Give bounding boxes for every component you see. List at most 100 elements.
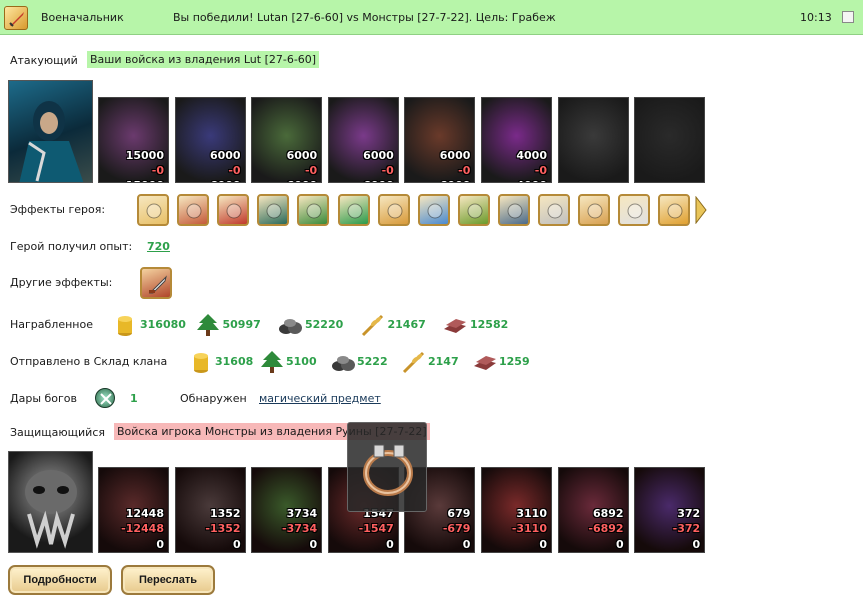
wood-icon (259, 350, 285, 374)
magic-item-link[interactable]: магический предмет (259, 392, 381, 405)
hand-shield-blue-icon[interactable] (417, 194, 450, 226)
unit-remaining: 0 (232, 538, 241, 551)
unit-loss: -0 (458, 164, 471, 177)
unit-loss: -1547 (358, 522, 394, 535)
unit-remaining: 0 (156, 538, 164, 551)
unit-loss: -372 (672, 522, 701, 535)
looted-label: Награбленное (10, 318, 93, 331)
unit-loss: -0 (534, 164, 547, 177)
hero-effects-label: Эффекты героя: (10, 203, 106, 216)
unit-count: 6000 (363, 149, 394, 162)
experience-label: Герой получил опыт: (10, 240, 133, 253)
attacker-unit-card[interactable] (634, 97, 706, 183)
ring-icon[interactable] (578, 194, 611, 226)
checkbox-toggle[interactable] (842, 11, 854, 23)
unit-remaining: 0 (309, 538, 318, 551)
attacker-hero-portrait[interactable] (8, 80, 93, 183)
defender-unit-card[interactable]: 3110 -3110 0 (481, 467, 552, 553)
sword-icon[interactable] (337, 194, 370, 226)
unit-count: 372 (677, 507, 701, 520)
defender-unit-card[interactable]: 1352 -1352 0 (174, 467, 246, 553)
defender-unit-card[interactable]: 372 -372 0 (634, 467, 706, 553)
unit-remaining: 0 (692, 538, 701, 551)
unit-loss: -12448 (121, 522, 164, 535)
hand-shield-icon[interactable] (297, 194, 330, 226)
attacker-unit-card[interactable]: 6000 -0 6000 (174, 97, 246, 183)
battle-result-message: Вы победили! Lutan [27-6-60] vs Монстры … (173, 11, 556, 24)
iron-icon (442, 313, 468, 337)
unit-remaining: 6000 (287, 179, 318, 182)
iron-icon (472, 350, 498, 374)
details-button[interactable]: Подробности (8, 565, 112, 595)
experience-value[interactable]: 720 (147, 240, 170, 253)
unit-count: 15000 (125, 149, 164, 162)
bracelet-icon (363, 444, 413, 496)
armor-icon[interactable] (538, 194, 570, 226)
looted-amount: 21467 (387, 318, 426, 331)
gold-icon (112, 313, 138, 337)
unit-count: 6000 (439, 149, 471, 162)
gifts-label: Дары богов (10, 392, 78, 405)
unit-remaining: 6000 (363, 179, 394, 182)
gold-icon (188, 350, 214, 374)
sent-amount: 31608 (215, 355, 254, 368)
unit-count: 6000 (286, 149, 318, 162)
sent-amount: 1259 (499, 355, 530, 368)
item-tooltip-popup (347, 422, 427, 512)
looted-amount: 52220 (305, 318, 344, 331)
sent-to-clan-label: Отправлено в Склад клана (10, 355, 168, 368)
grain-icon (360, 313, 386, 337)
unit-count: 3734 (286, 507, 318, 520)
found-label: Обнаружен (180, 392, 247, 405)
sword-rune-icon[interactable] (140, 267, 172, 299)
unit-count: 4000 (516, 149, 547, 162)
sent-amount: 5100 (286, 355, 317, 368)
hand-coin-icon[interactable] (377, 194, 410, 226)
dice-icon[interactable] (217, 194, 250, 226)
defender-hero-portrait[interactable] (8, 451, 93, 553)
unit-remaining: 0 (615, 538, 624, 551)
unit-remaining: 4000 (516, 179, 547, 182)
crown-icon[interactable] (457, 194, 490, 226)
unit-loss: -0 (381, 164, 394, 177)
looted-amount: 12582 (470, 318, 509, 331)
unit-remaining: 0 (462, 538, 471, 551)
unit-loss: -6892 (588, 522, 624, 535)
attacker-unit-card[interactable]: 6000 -0 6000 (404, 97, 476, 183)
unit-loss: -0 (304, 164, 318, 177)
chest-icon[interactable] (177, 194, 210, 226)
net-icon[interactable] (497, 194, 530, 226)
forward-button[interactable]: Переслать (121, 565, 215, 595)
gifts-count: 1 (130, 392, 138, 405)
unit-remaining: 15000 (126, 179, 164, 182)
effects-scroll-right-icon[interactable] (695, 195, 707, 225)
other-effects-label: Другие эффекты: (10, 276, 113, 289)
attacker-unit-card[interactable]: 6000 -0 6000 (327, 97, 399, 183)
unit-count: 3110 (516, 507, 547, 520)
attacker-label: Атакующий (10, 54, 78, 67)
attacker-unit-card[interactable]: 4000 -0 4000 (481, 97, 552, 183)
looted-amount: 316080 (140, 318, 186, 331)
staff-icon[interactable] (658, 194, 691, 226)
defender-label: Защищающийся (10, 426, 105, 439)
attacker-tag: Ваши войска из владения Lut [27-6-60] (87, 51, 320, 68)
header-bar: Военачальник Вы победили! Lutan [27-6-60… (0, 0, 863, 35)
sent-amount: 5222 (357, 355, 388, 368)
attacker-unit-card[interactable]: 15000 -0 15000 (98, 97, 169, 183)
defender-unit-card[interactable]: 6892 -6892 0 (557, 467, 629, 553)
ore-icon (277, 313, 303, 337)
coins-icon[interactable] (137, 194, 169, 226)
attacker-unit-card[interactable]: 6000 -0 6000 (251, 97, 323, 183)
defender-unit-card[interactable]: 12448 -12448 0 (98, 467, 169, 553)
sword-icon (4, 6, 28, 30)
scroll-icon[interactable] (618, 194, 651, 226)
defender-unit-card[interactable]: 3734 -3734 0 (251, 467, 323, 553)
wood-icon (195, 313, 221, 337)
shield-icon[interactable] (257, 194, 290, 226)
unit-loss: -0 (151, 164, 164, 177)
unit-remaining: 6000 (210, 179, 241, 182)
unit-loss: -3734 (282, 522, 318, 535)
ore-icon (330, 350, 356, 374)
unit-loss: -1352 (205, 522, 241, 535)
attacker-unit-card[interactable] (557, 97, 629, 183)
